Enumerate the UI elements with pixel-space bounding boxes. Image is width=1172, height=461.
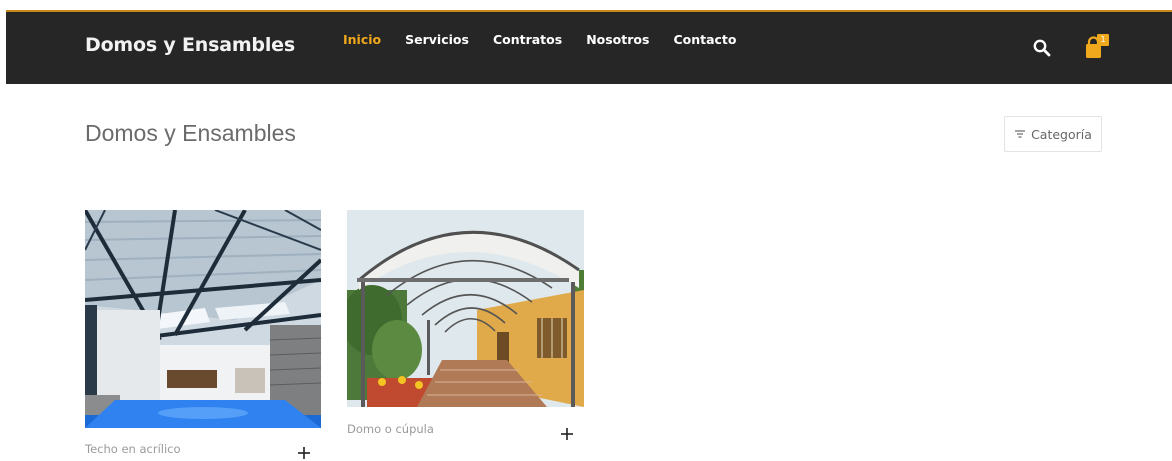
cart-button[interactable]: 1 (1080, 34, 1110, 60)
search-icon (1033, 39, 1051, 57)
site-logo[interactable]: Domos y Ensambles (85, 34, 295, 56)
plus-icon (561, 428, 573, 440)
product-card: Domo o cúpula (347, 210, 584, 440)
filter-icon (1015, 130, 1026, 138)
category-filter-label: Categoría (1031, 126, 1092, 142)
search-button[interactable] (1032, 38, 1052, 58)
nav-item-inicio[interactable]: Inicio (343, 32, 381, 47)
add-to-cart-button[interactable] (296, 445, 312, 461)
add-to-cart-button[interactable] (559, 426, 575, 442)
product-name[interactable]: Domo o cúpula (347, 422, 434, 436)
category-filter-button[interactable]: Categoría (1004, 116, 1102, 152)
product-image-arched-canopy[interactable] (347, 210, 584, 407)
nav-item-servicios[interactable]: Servicios (405, 32, 469, 47)
nav-item-nosotros[interactable]: Nosotros (586, 32, 649, 47)
site-header: Domos y Ensambles Inicio Servicios Contr… (6, 10, 1172, 84)
product-card: Techo en acrílico (85, 210, 321, 459)
main-nav: Inicio Servicios Contratos Nosotros Cont… (343, 32, 760, 47)
cart-count-badge: 1 (1097, 34, 1109, 46)
nav-item-contratos[interactable]: Contratos (493, 32, 562, 47)
nav-item-contacto[interactable]: Contacto (673, 32, 736, 47)
page-title: Domos y Ensambles (85, 120, 296, 146)
product-name[interactable]: Techo en acrílico (85, 442, 181, 456)
product-image-steel-roof[interactable] (85, 210, 321, 428)
plus-icon (298, 447, 310, 459)
top-strip (0, 0, 1172, 10)
